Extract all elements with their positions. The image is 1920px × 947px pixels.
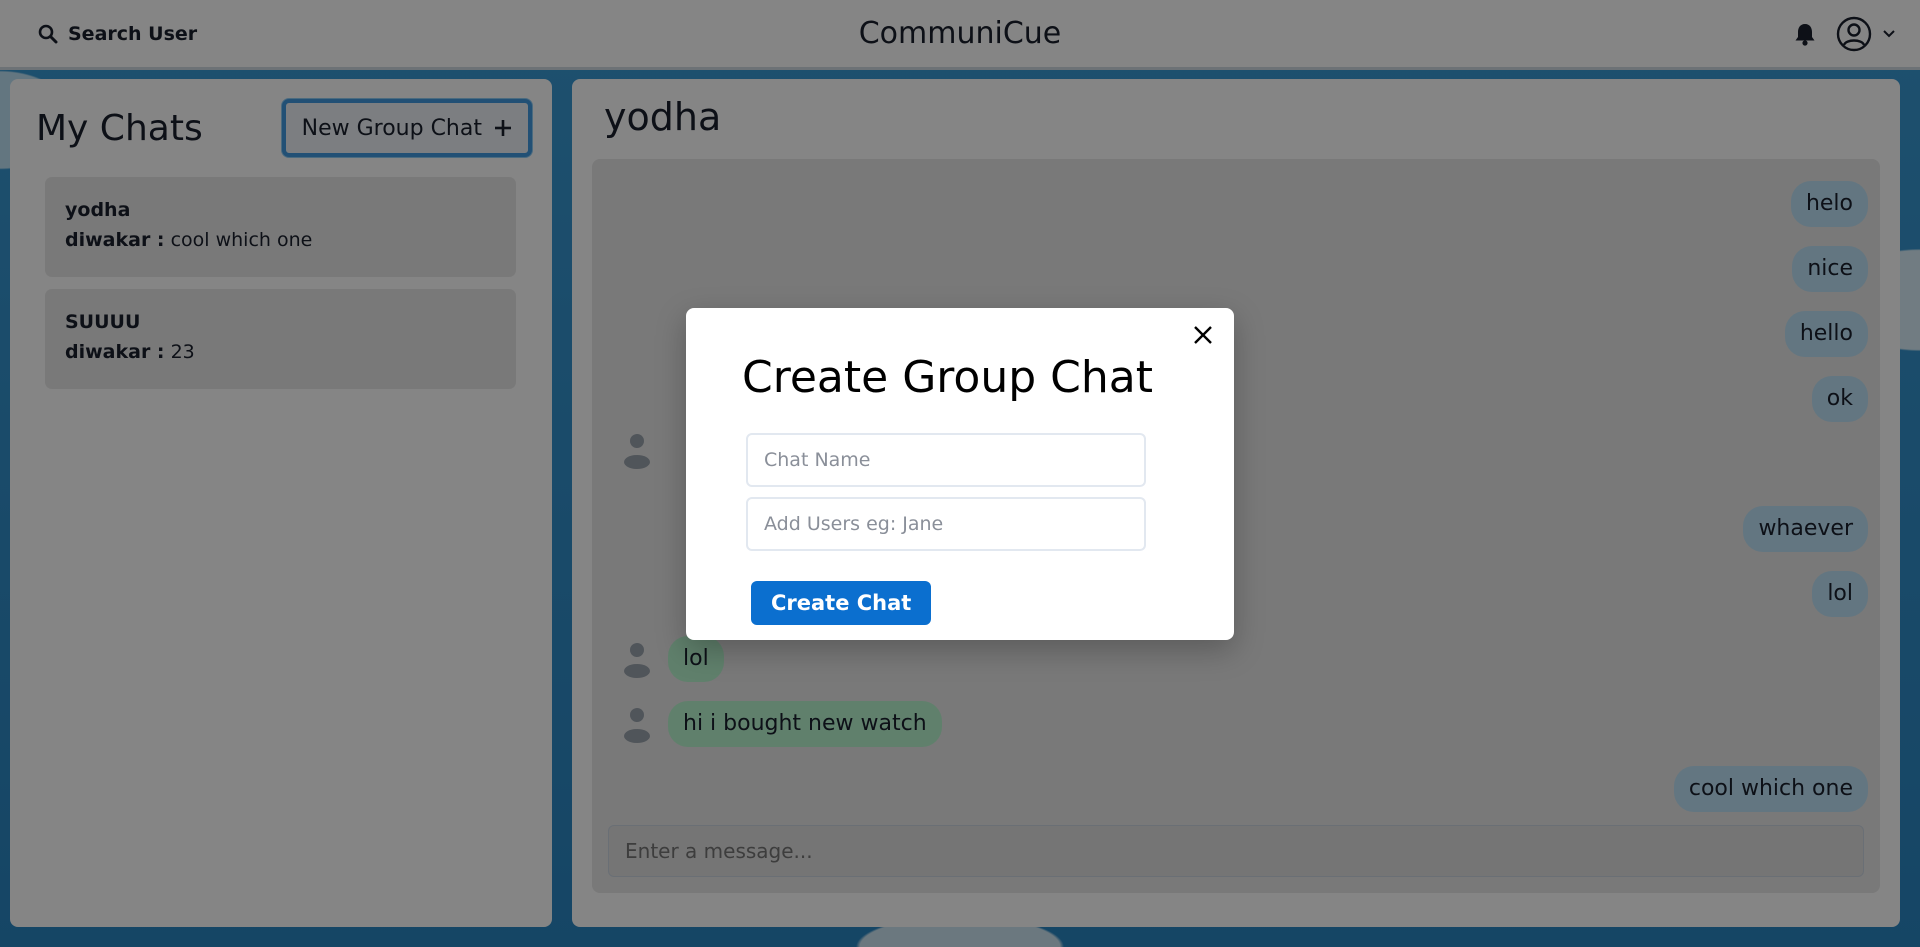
modal-title: Create Group Chat — [742, 352, 1153, 403]
create-chat-button[interactable]: Create Chat — [751, 581, 932, 625]
close-icon[interactable] — [1190, 322, 1216, 348]
add-users-input[interactable] — [746, 497, 1146, 551]
create-group-chat-modal: Create Group Chat Create Chat — [686, 308, 1234, 640]
chat-name-input[interactable] — [746, 433, 1146, 487]
